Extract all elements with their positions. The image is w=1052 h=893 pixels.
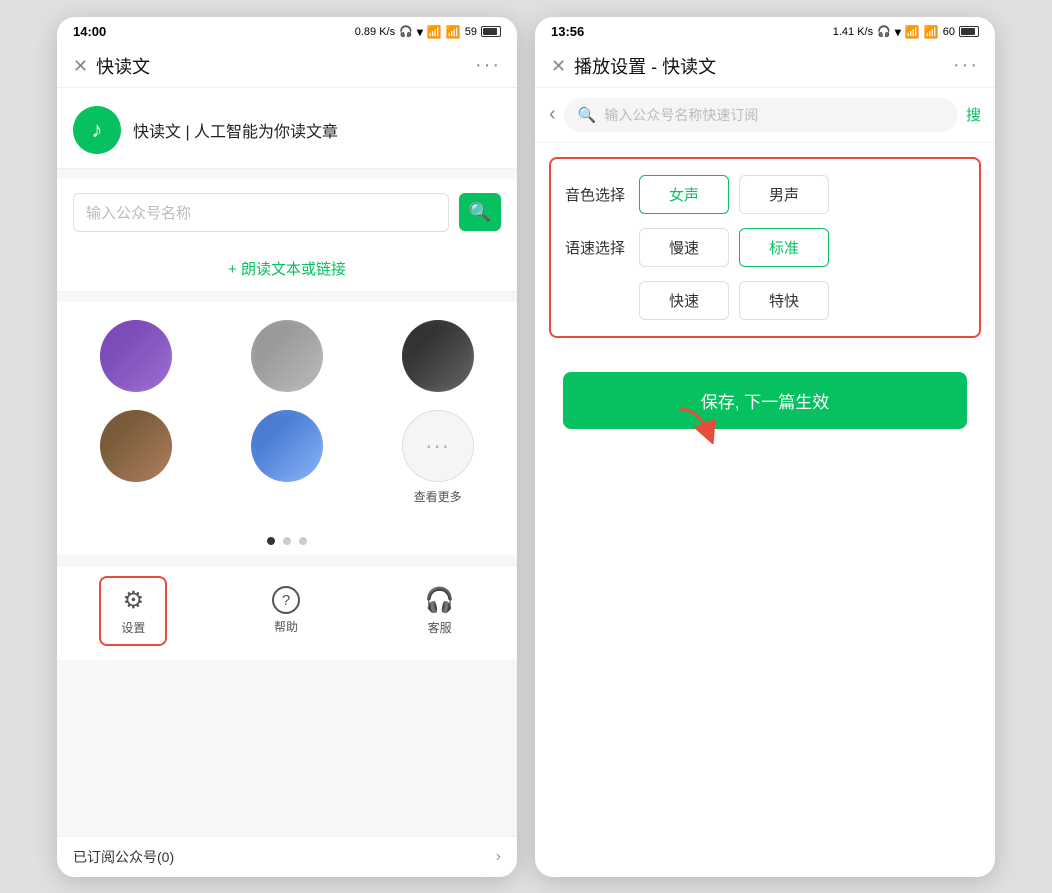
search-section-1: 输入公众号名称 🔍 <box>57 179 517 246</box>
speed-vfast-btn[interactable]: 特快 <box>739 281 829 320</box>
speed-slow-btn[interactable]: 慢速 <box>639 228 729 267</box>
save-button[interactable]: 保存, 下一篇生效 <box>563 372 967 429</box>
speed-row-2: 快速 特快 <box>565 281 965 320</box>
settings-label: 设置 <box>121 619 145 636</box>
app-header: ♪ 快读文 | 人工智能为你读文章 <box>57 88 517 169</box>
save-container: 保存, 下一篇生效 <box>549 352 981 449</box>
status-bar-2: 13:56 1.41 K/s 🎧 ▾ 📶 📶 60 <box>535 17 995 45</box>
search-inner-placeholder: 输入公众号名称快速订阅 <box>604 105 944 125</box>
more-menu-1[interactable]: ··· <box>475 54 501 77</box>
headphone-icon-2: 🎧 <box>877 25 891 38</box>
speed-label: 语速选择 <box>565 237 625 258</box>
signal-icon-2a: 📶 <box>905 25 920 39</box>
time-1: 14:00 <box>73 24 106 39</box>
avatar-item-1[interactable] <box>73 320 200 392</box>
avatar-item-4[interactable] <box>73 410 200 505</box>
footer-text: 已订阅公众号(0) <box>73 847 174 867</box>
avatar-circle-1 <box>100 320 172 392</box>
phone-2: 13:56 1.41 K/s 🎧 ▾ 📶 📶 60 ✕ 播放设置 - 快读文 ·… <box>535 17 995 877</box>
bottom-item-settings[interactable]: ⚙ 设置 <box>99 576 167 646</box>
battery-icon-1 <box>481 26 501 37</box>
status-right-2: 1.41 K/s 🎧 ▾ 📶 📶 60 <box>833 25 979 39</box>
close-button-1[interactable]: ✕ <box>73 57 88 75</box>
title-left-1: ✕ 快读文 <box>73 53 150 79</box>
speed-row: 语速选择 慢速 标准 <box>565 228 965 267</box>
avatar-circle-5 <box>251 410 323 482</box>
voice-label: 音色选择 <box>565 184 625 205</box>
status-bar-1: 14:00 0.89 K/s 🎧 ▾ 📶 📶 59 <box>57 17 517 45</box>
phone-1: 14:00 0.89 K/s 🎧 ▾ 📶 📶 59 ✕ 快读文 ··· <box>57 17 517 877</box>
speed-fast-btn[interactable]: 快速 <box>639 281 729 320</box>
page-title-2: 播放设置 - 快读文 <box>574 53 716 79</box>
search-confirm[interactable]: 搜 <box>966 104 981 125</box>
title-bar-1: ✕ 快读文 ··· <box>57 45 517 88</box>
more-menu-2[interactable]: ··· <box>953 54 979 77</box>
add-link[interactable]: + 朗读文本或链接 <box>57 246 517 292</box>
battery-text-2: 60 <box>943 26 955 38</box>
search-icon-1: 🔍 <box>469 202 491 223</box>
avatar-circle-more: ··· <box>402 410 474 482</box>
app-slogan: 快读文 | 人工智能为你读文章 <box>133 118 338 142</box>
phone1-content: ♪ 快读文 | 人工智能为你读文章 输入公众号名称 🔍 + 朗读文本或链接 <box>57 88 517 836</box>
app-icon: ♪ <box>73 106 121 154</box>
service-icon: 🎧 <box>425 586 455 615</box>
signal-icon-1b: 📶 <box>446 25 461 39</box>
settings-icon: ⚙ <box>123 586 145 615</box>
voice-options: 女声 男声 <box>639 175 829 214</box>
bottom-bar: ⚙ 设置 ? 帮助 🎧 客服 <box>57 565 517 660</box>
close-button-2[interactable]: ✕ <box>551 57 566 75</box>
avatar-item-2[interactable] <box>224 320 351 392</box>
battery-text-1: 59 <box>465 26 477 38</box>
signal-icon-2b: 📶 <box>924 25 939 39</box>
search-input-1[interactable]: 输入公众号名称 <box>73 193 449 232</box>
battery-icon-2 <box>959 26 979 37</box>
avatar-item-3[interactable] <box>374 320 501 392</box>
service-label: 客服 <box>428 619 452 636</box>
headphone-icon: 🎧 <box>399 25 413 38</box>
search-bar-2: ‹ 🔍 输入公众号名称快速订阅 搜 <box>535 88 995 143</box>
search-inner[interactable]: 🔍 输入公众号名称快速订阅 <box>564 98 958 132</box>
search-button-1[interactable]: 🔍 <box>459 193 501 231</box>
more-dots-icon: ··· <box>425 433 450 459</box>
dot-3 <box>299 537 307 545</box>
dot-1 <box>267 537 275 545</box>
avatar-circle-4 <box>100 410 172 482</box>
footer-arrow: › <box>496 848 501 866</box>
search-placeholder-1: 输入公众号名称 <box>86 205 191 222</box>
network-speed-1: 0.89 K/s <box>355 26 395 38</box>
speed-normal-btn[interactable]: 标准 <box>739 228 829 267</box>
phone-footer[interactable]: 已订阅公众号(0) › <box>57 836 517 877</box>
status-right-1: 0.89 K/s 🎧 ▾ 📶 📶 59 <box>355 25 501 39</box>
signal-icon-1a: 📶 <box>427 25 442 39</box>
dots-indicator <box>57 523 517 555</box>
network-speed-2: 1.41 K/s <box>833 26 873 38</box>
voice-row: 音色选择 女声 男声 <box>565 175 965 214</box>
avatar-circle-3 <box>402 320 474 392</box>
wifi-icon-1: ▾ <box>417 25 423 39</box>
wifi-icon-2: ▾ <box>895 25 901 39</box>
bottom-item-service[interactable]: 🎧 客服 <box>405 578 475 644</box>
avatar-grid: ··· 查看更多 <box>57 302 517 523</box>
page-title-1: 快读文 <box>96 53 150 79</box>
search-inner-icon: 🔍 <box>578 106 597 124</box>
back-arrow[interactable]: ‹ <box>549 103 556 126</box>
avatar-item-5[interactable] <box>224 410 351 505</box>
help-icon: ? <box>272 586 300 614</box>
speed-options-2: 快速 特快 <box>639 281 829 320</box>
arrow-indicator <box>669 404 729 449</box>
dot-2 <box>283 537 291 545</box>
bottom-item-help[interactable]: ? 帮助 <box>252 578 320 643</box>
avatar-item-more[interactable]: ··· 查看更多 <box>374 410 501 505</box>
settings-box: 音色选择 女声 男声 语速选择 慢速 标准 快速 特快 <box>549 157 981 338</box>
time-2: 13:56 <box>551 24 584 39</box>
title-bar-2: ✕ 播放设置 - 快读文 ··· <box>535 45 995 88</box>
speed-options: 慢速 标准 <box>639 228 829 267</box>
more-label: 查看更多 <box>414 488 462 505</box>
voice-male-btn[interactable]: 男声 <box>739 175 829 214</box>
title-left-2: ✕ 播放设置 - 快读文 <box>551 53 716 79</box>
voice-female-btn[interactable]: 女声 <box>639 175 729 214</box>
avatar-circle-2 <box>251 320 323 392</box>
help-label: 帮助 <box>274 618 298 635</box>
